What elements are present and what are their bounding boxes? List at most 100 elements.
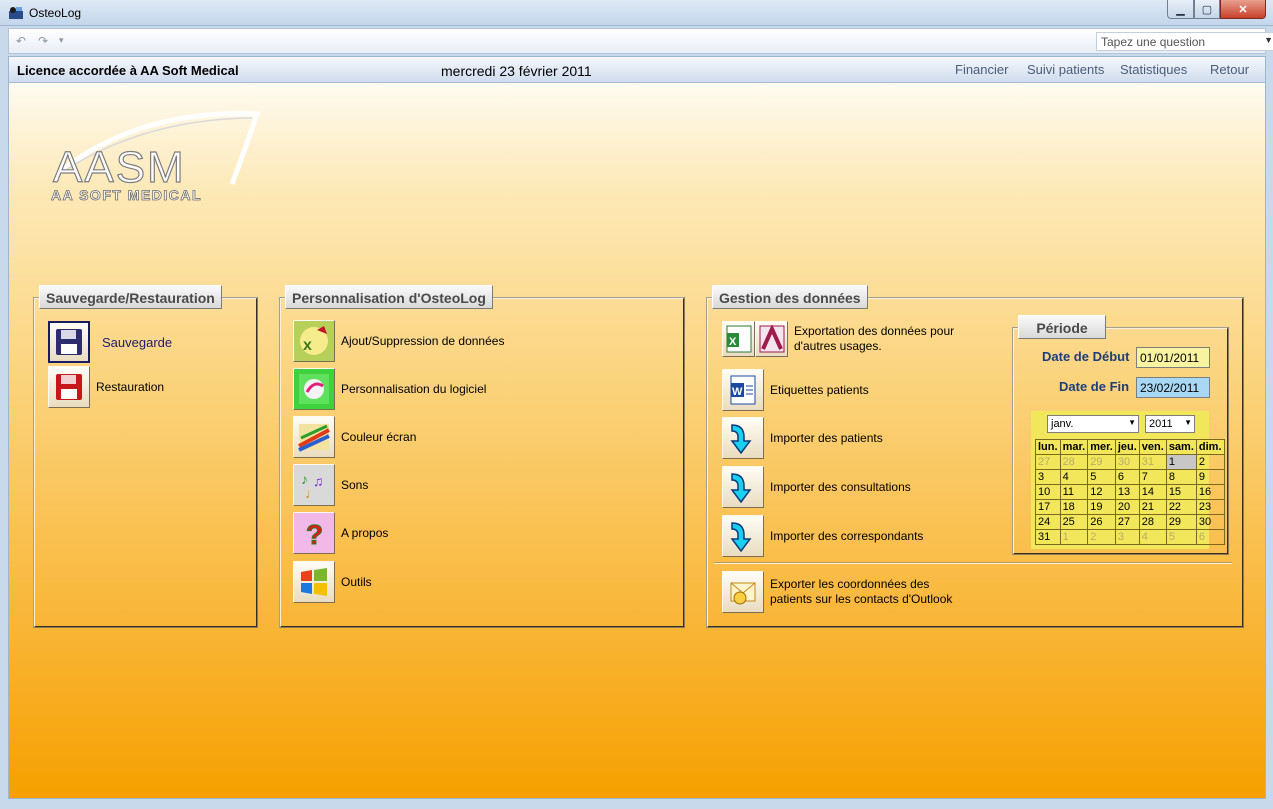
calendar-day[interactable]: 27 [1114,514,1140,530]
sons-label: Sons [341,477,369,492]
personnalisation-logiciel-label: Personnalisation du logiciel [341,381,487,396]
svg-text:♩: ♩ [305,485,319,501]
calendar-day[interactable]: 8 [1165,469,1197,485]
calendar-day[interactable]: 31 [1138,454,1167,470]
ajout-suppression-button[interactable]: x Ajout/Suppression de données [293,320,504,362]
importer-consultations-button[interactable]: Importer des consultations [722,466,911,508]
redo-icon[interactable]: ↷ [38,34,48,48]
calendar-day[interactable]: 9 [1195,469,1225,485]
calendar-day[interactable]: 25 [1059,514,1089,530]
help-question-box[interactable]: Tapez une question ▼ [1096,32,1273,51]
nav-financier[interactable]: Financier [955,62,1008,77]
calendar-day[interactable]: 2 [1195,454,1225,470]
calendar-day[interactable]: 29 [1087,454,1116,470]
calendar-day[interactable]: 3 [1114,529,1140,545]
restauration-button[interactable]: Restauration [48,366,164,408]
calendar-day[interactable]: 2 [1087,529,1116,545]
calendar-day[interactable]: 17 [1035,499,1061,515]
calendar-day[interactable]: 28 [1138,514,1167,530]
calendar-day[interactable]: 5 [1165,529,1197,545]
chevron-down-icon[interactable]: ▼ [1264,35,1273,45]
calendar-day[interactable]: 26 [1087,514,1116,530]
calendar-day[interactable]: 4 [1059,469,1089,485]
minimize-button[interactable]: ▁ [1167,0,1194,19]
outils-button[interactable]: Outils [293,561,372,603]
calendar-day[interactable]: 31 [1035,529,1061,545]
maximize-button[interactable]: ▢ [1194,0,1220,19]
ajout-suppression-label: Ajout/Suppression de données [341,333,505,348]
sons-button[interactable]: ♪ ♫ ♩ Sons [293,464,368,506]
calendar-week-row: 10 11 12 13 14 15 16 [1035,484,1225,500]
calendar-day[interactable]: 23 [1195,499,1225,515]
calendar-day[interactable]: 12 [1087,484,1116,500]
calendar-day[interactable]: 1 [1059,529,1089,545]
access-icon [755,321,788,357]
close-button[interactable]: ✕ [1220,0,1266,19]
group-title-sauvegarde: Sauvegarde/Restauration [39,285,222,309]
calendar-day[interactable]: 30 [1114,454,1140,470]
calendar-day[interactable]: 22 [1165,499,1197,515]
calendar-day[interactable]: 19 [1087,499,1116,515]
calendar-day[interactable]: 4 [1138,529,1167,545]
personnalisation-logiciel-button[interactable]: Personnalisation du logiciel [293,368,486,410]
importer-correspondants-label: Importer des correspondants [770,528,924,543]
import-arrow-icon [722,417,764,459]
current-date: mercredi 23 février 2011 [441,63,592,79]
calendar-day[interactable]: 6 [1195,529,1225,545]
screen-color-icon [293,416,335,458]
quick-access-toolbar: ↶ ↷ ▾ Tapez une question ▼ [8,28,1273,54]
floppy-restore-icon [48,366,90,408]
main-form: Licence accordée à AA Soft Medical mercr… [8,56,1266,799]
date-debut-input[interactable]: 01/01/2011 [1136,347,1210,368]
a-propos-label: A propos [341,525,389,540]
gestion-separator [714,562,1232,564]
exportation-button[interactable]: X Exportation des données pour d'autres … [722,321,954,357]
calendar-day[interactable]: 24 [1035,514,1061,530]
undo-icon[interactable]: ↶ [16,34,26,48]
calendar-day[interactable]: 11 [1059,484,1089,500]
calendar-day[interactable]: 20 [1114,499,1140,515]
exporter-outlook-line2: patients sur les contacts d'Outlook [770,592,953,606]
calendar-day[interactable]: 18 [1059,499,1089,515]
calendar-day[interactable]: 1 [1165,454,1197,470]
etiquettes-patients-button[interactable]: W Etiquettes patients [722,369,869,411]
exporter-outlook-button[interactable]: Exporter les coordonnées des patients su… [722,571,952,613]
a-propos-button[interactable]: ? A propos [293,512,388,554]
calendar-weekday-header: jeu. [1114,439,1140,455]
date-debut-label: Date de Début [1042,349,1130,364]
calendar-day[interactable]: 3 [1035,469,1061,485]
month-select[interactable]: janv. ▼ [1047,415,1139,433]
logo-subtext: AA SOFT MEDICAL [51,187,202,203]
calendar-day[interactable]: 10 [1035,484,1061,500]
calendar-day[interactable]: 14 [1138,484,1167,500]
restauration-label: Restauration [96,379,165,394]
couleur-ecran-button[interactable]: Couleur écran [293,416,416,458]
calendar-day[interactable]: 16 [1195,484,1225,500]
sauvegarde-button[interactable]: Sauvegarde [48,321,172,363]
licence-text: Licence accordée à AA Soft Medical [17,63,239,78]
chevron-down-icon[interactable]: ▼ [1128,418,1136,427]
floppy-save-icon [48,321,90,363]
window-title: OsteoLog [29,6,82,20]
calendar-day[interactable]: 21 [1138,499,1167,515]
calendar-day[interactable]: 15 [1165,484,1197,500]
calendar-day[interactable]: 30 [1195,514,1225,530]
importer-correspondants-button[interactable]: Importer des correspondants [722,515,923,557]
nav-suivi-patients[interactable]: Suivi patients [1027,62,1104,77]
calendar-day[interactable]: 6 [1114,469,1140,485]
question-mark-icon: ? [293,512,335,554]
windows-logo-icon [293,561,335,603]
chevron-down-icon[interactable]: ▼ [1184,418,1192,427]
calendar-day[interactable]: 27 [1035,454,1061,470]
calendar-day[interactable]: 13 [1114,484,1140,500]
calendar-day[interactable]: 29 [1165,514,1197,530]
calendar-day[interactable]: 7 [1138,469,1167,485]
calendar-day[interactable]: 5 [1087,469,1116,485]
nav-statistiques[interactable]: Statistiques [1120,62,1187,77]
importer-patients-button[interactable]: Importer des patients [722,417,883,459]
nav-retour[interactable]: Retour [1210,62,1249,77]
calendar-day[interactable]: 28 [1059,454,1089,470]
customize-toolbar-icon[interactable]: ▾ [59,35,64,46]
date-fin-input[interactable]: 23/02/2011 [1136,377,1210,398]
year-select[interactable]: 2011 ▼ [1145,415,1195,433]
